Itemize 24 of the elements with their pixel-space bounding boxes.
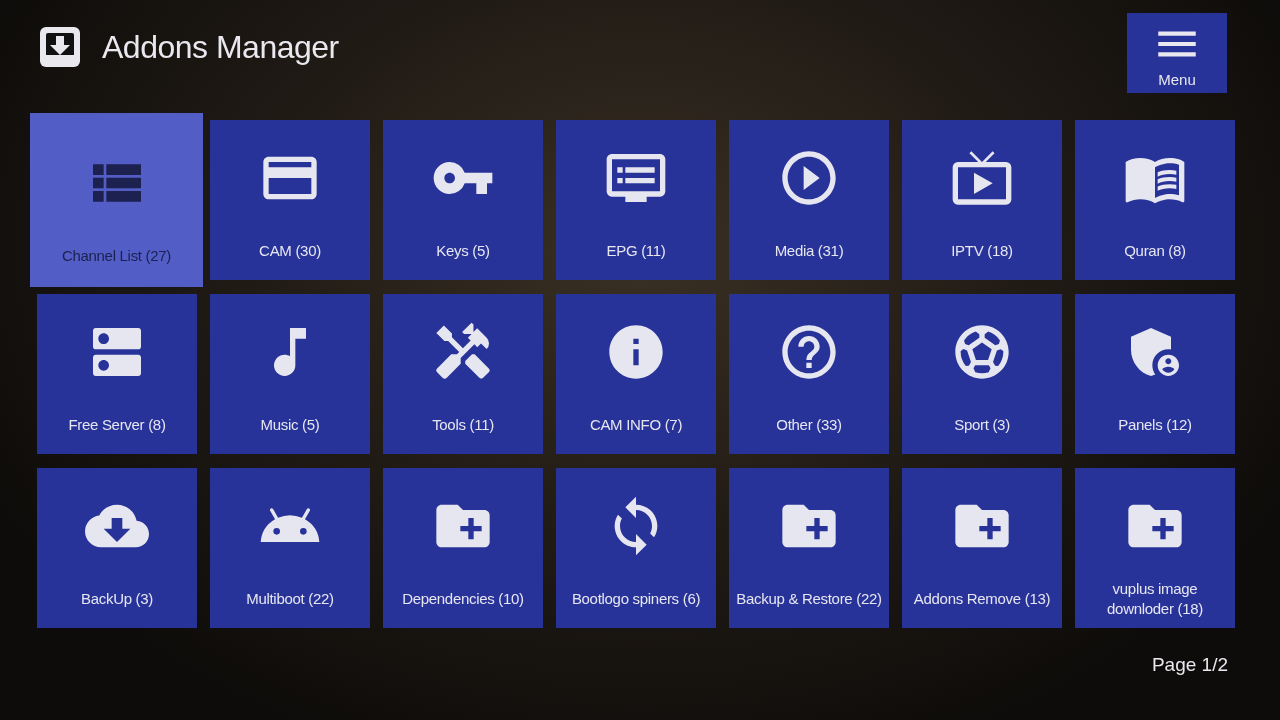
addon-category-tile[interactable]: Other (33) [729, 294, 889, 454]
addon-category-tile[interactable]: Music (5) [210, 294, 370, 454]
addon-category-tile[interactable]: Multiboot (22) [210, 468, 370, 628]
addon-category-tile[interactable]: Media (31) [729, 120, 889, 280]
addon-category-tile[interactable]: BackUp (3) [37, 468, 197, 628]
addon-category-tile[interactable]: Keys (5) [383, 120, 543, 280]
addon-category-tile[interactable]: CAM INFO (7) [556, 294, 716, 454]
page-title: Addons Manager [102, 28, 339, 66]
page-indicator: Page 1/2 [1151, 654, 1228, 676]
menu-button[interactable]: Menu [1127, 13, 1227, 93]
addon-category-tile[interactable]: Addons Remove (13) [902, 468, 1062, 628]
addon-category-tile[interactable]: Panels (12) [1075, 294, 1235, 454]
addon-category-tile[interactable]: Dependencies (10) [383, 468, 543, 628]
addon-category-tile[interactable]: CAM (30) [210, 120, 370, 280]
addon-category-tile[interactable]: Tools (11) [383, 294, 543, 454]
addon-category-tile[interactable]: Bootlogo spiners (6) [556, 468, 716, 628]
addon-category-tile[interactable]: Quran (8) [1075, 120, 1235, 280]
addon-category-tile[interactable]: EPG (11) [556, 120, 716, 280]
addon-category-tile[interactable]: Free Server (8) [37, 294, 197, 454]
addon-category-tile[interactable]: IPTV (18) [902, 120, 1062, 280]
download-box-icon [40, 27, 80, 67]
addon-category-tile[interactable]: Sport (3) [902, 294, 1062, 454]
addon-category-tile[interactable]: vuplus image downloder (18) [1075, 468, 1235, 628]
addon-category-tile[interactable]: Backup & Restore (22) [729, 468, 889, 628]
